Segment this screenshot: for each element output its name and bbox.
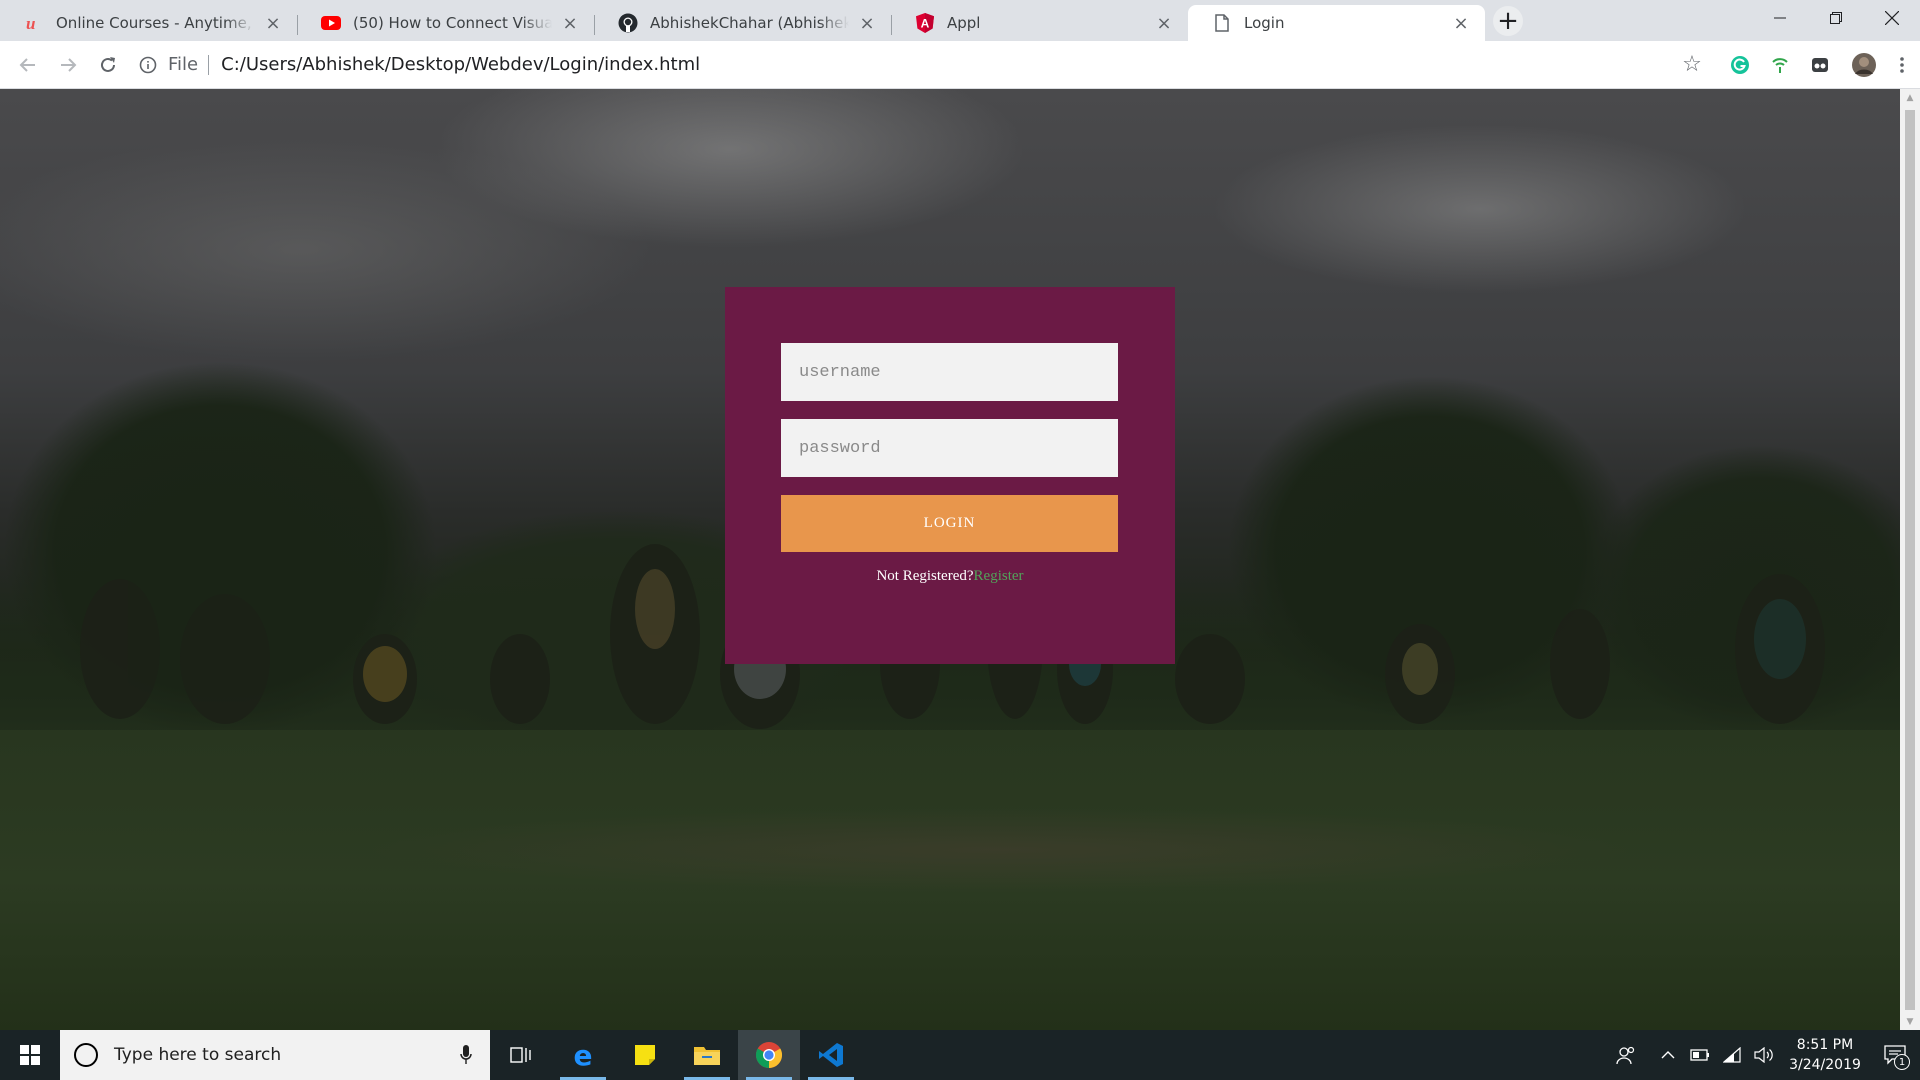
tab-title: Online Courses - Anytime, Anywhere bbox=[56, 14, 255, 32]
browser-toolbar: File C:/Users/Abhishek/Desktop/Webdev/Lo… bbox=[0, 41, 1920, 89]
tab-youtube[interactable]: (50) How to Connect Visual Studio × bbox=[297, 5, 594, 41]
edge-icon[interactable]: e bbox=[552, 1030, 614, 1080]
close-icon[interactable]: × bbox=[1451, 13, 1471, 34]
system-tray: 8:51 PM 3/24/2019 1 bbox=[1610, 1030, 1920, 1080]
tab-strip: u Online Courses - Anytime, Anywhere × (… bbox=[0, 0, 1920, 41]
tab-title: Appl bbox=[947, 14, 981, 32]
vscode-icon[interactable] bbox=[800, 1030, 862, 1080]
tab-udemy[interactable]: u Online Courses - Anytime, Anywhere × bbox=[0, 5, 297, 41]
reload-icon[interactable] bbox=[88, 45, 128, 85]
not-registered-text: Not Registered? bbox=[876, 568, 974, 584]
chrome-icon[interactable] bbox=[738, 1030, 800, 1080]
wifi-icon[interactable] bbox=[1716, 1030, 1748, 1080]
url-text: C:/Users/Abhishek/Desktop/Webdev/Login/i… bbox=[221, 54, 701, 75]
clock[interactable]: 8:51 PM 3/24/2019 bbox=[1780, 1035, 1870, 1075]
clock-date: 3/24/2019 bbox=[1789, 1057, 1861, 1073]
svg-text:A: A bbox=[921, 17, 930, 31]
extension-icon[interactable] bbox=[1800, 45, 1840, 85]
login-card: LOGIN Not Registered?Register bbox=[725, 287, 1175, 664]
menu-icon[interactable] bbox=[1884, 45, 1920, 85]
restore-icon[interactable] bbox=[1808, 0, 1864, 36]
close-icon[interactable]: × bbox=[263, 13, 283, 34]
close-icon[interactable]: × bbox=[857, 13, 877, 34]
scroll-up-icon[interactable]: ▲ bbox=[1900, 89, 1920, 106]
tab-title: AbhishekChahar (Abhishek Chahar) bbox=[650, 14, 849, 32]
scroll-thumb[interactable] bbox=[1905, 110, 1915, 1010]
sticky-notes-icon[interactable] bbox=[614, 1030, 676, 1080]
scheme-label: File bbox=[168, 54, 210, 75]
chevron-up-icon[interactable] bbox=[1652, 1030, 1684, 1080]
clock-time: 8:51 PM bbox=[1796, 1037, 1854, 1053]
password-input[interactable] bbox=[781, 419, 1118, 477]
udemy-icon: u bbox=[24, 13, 44, 33]
register-line: Not Registered?Register bbox=[725, 568, 1175, 585]
windows-start-icon[interactable] bbox=[0, 1030, 60, 1080]
close-window-icon[interactable] bbox=[1864, 0, 1920, 36]
address-bar[interactable]: File C:/Users/Abhishek/Desktop/Webdev/Lo… bbox=[136, 47, 1710, 83]
angular-icon: A bbox=[915, 13, 935, 33]
svg-text:u: u bbox=[26, 14, 35, 32]
taskbar-search[interactable]: Type here to search bbox=[60, 1030, 490, 1080]
window-controls bbox=[1752, 0, 1920, 36]
action-center-icon[interactable]: 1 bbox=[1870, 1030, 1920, 1080]
page-scrollbar[interactable]: ▲ ▼ bbox=[1900, 89, 1920, 1030]
svg-text:e: e bbox=[574, 1041, 593, 1069]
file-explorer-icon[interactable] bbox=[676, 1030, 738, 1080]
info-icon[interactable] bbox=[136, 53, 160, 77]
wifi-extension-icon[interactable] bbox=[1760, 45, 1800, 85]
windows-taskbar: Type here to search e 8:51 PM 3/24/2019 … bbox=[0, 1030, 1920, 1080]
microphone-icon[interactable] bbox=[456, 1043, 476, 1067]
new-tab-button[interactable]: + bbox=[1493, 6, 1523, 36]
back-icon[interactable] bbox=[8, 45, 48, 85]
forward-icon[interactable] bbox=[48, 45, 88, 85]
people-icon[interactable] bbox=[1610, 1030, 1642, 1080]
task-view-icon[interactable] bbox=[490, 1030, 552, 1080]
scroll-down-icon[interactable]: ▼ bbox=[1900, 1013, 1920, 1030]
minimize-icon[interactable] bbox=[1752, 0, 1808, 36]
tab-title: Login bbox=[1244, 14, 1285, 32]
tab-title: (50) How to Connect Visual Studio bbox=[353, 14, 552, 32]
page-icon bbox=[1212, 13, 1232, 33]
register-link[interactable]: Register bbox=[974, 568, 1024, 584]
avatar[interactable] bbox=[1844, 45, 1884, 85]
close-icon[interactable]: × bbox=[1154, 13, 1174, 34]
bookmark-star-icon[interactable]: ☆ bbox=[1674, 47, 1710, 83]
tab-login[interactable]: Login × bbox=[1188, 5, 1485, 41]
battery-icon[interactable] bbox=[1684, 1030, 1716, 1080]
tab-github[interactable]: AbhishekChahar (Abhishek Chahar) × bbox=[594, 5, 891, 41]
cortana-icon bbox=[74, 1043, 98, 1067]
notification-badge: 1 bbox=[1894, 1054, 1910, 1070]
youtube-icon bbox=[321, 13, 341, 33]
page-viewport: LOGIN Not Registered?Register bbox=[0, 89, 1900, 1030]
tab-angular-app[interactable]: A Appl × bbox=[891, 5, 1188, 41]
close-icon[interactable]: × bbox=[560, 13, 580, 34]
login-button[interactable]: LOGIN bbox=[781, 495, 1118, 552]
search-placeholder: Type here to search bbox=[114, 1045, 282, 1065]
username-input[interactable] bbox=[781, 343, 1118, 401]
github-icon bbox=[618, 13, 638, 33]
grammarly-icon[interactable] bbox=[1720, 45, 1760, 85]
volume-icon[interactable] bbox=[1748, 1030, 1780, 1080]
